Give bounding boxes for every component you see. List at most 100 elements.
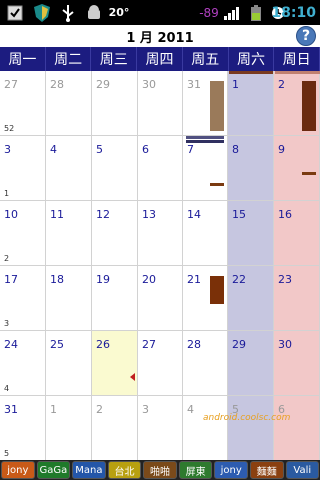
- day-cell[interactable]: 8: [228, 136, 274, 200]
- day-cell[interactable]: 25: [46, 331, 92, 395]
- calendar-toggle[interactable]: jony: [1, 461, 35, 479]
- day-number: 25: [50, 338, 64, 351]
- event-bar[interactable]: [186, 136, 224, 139]
- day-cell[interactable]: 6: [274, 396, 320, 460]
- week-number: 52: [4, 124, 15, 133]
- calendar-toggle[interactable]: 啪啪: [143, 461, 177, 479]
- calendar-toggle[interactable]: Vali: [285, 461, 320, 479]
- event-bar[interactable]: [275, 71, 320, 74]
- day-cell[interactable]: 14: [183, 201, 228, 265]
- day-cell[interactable]: 10 2: [0, 201, 46, 265]
- day-cell[interactable]: 13: [138, 201, 183, 265]
- day-cell[interactable]: 17 3: [0, 266, 46, 330]
- day-number: 27: [142, 338, 156, 351]
- calendar-toggle[interactable]: 台北: [107, 461, 142, 479]
- day-number: 12: [96, 208, 110, 221]
- week-row: 17 3 18 19 20 21 22 23: [0, 266, 320, 331]
- weekday-0: 周一: [0, 47, 46, 71]
- day-number: 7: [187, 143, 194, 156]
- day-cell[interactable]: 4: [183, 396, 228, 460]
- day-cell[interactable]: 9: [274, 136, 320, 200]
- calendar-toggle[interactable]: jony: [214, 461, 248, 479]
- day-cell[interactable]: 1: [228, 71, 274, 135]
- day-number: 20: [142, 273, 156, 286]
- day-number: 29: [96, 78, 110, 91]
- day-cell[interactable]: 31: [0, 136, 46, 200]
- day-cell[interactable]: 30: [274, 331, 320, 395]
- day-number: 10: [4, 208, 18, 221]
- day-number: 23: [278, 273, 292, 286]
- event-bar[interactable]: [302, 172, 316, 175]
- day-cell[interactable]: 5: [228, 396, 274, 460]
- help-button[interactable]: ?: [296, 26, 316, 46]
- day-cell[interactable]: 31 5: [0, 396, 46, 460]
- day-number: 2: [96, 403, 103, 416]
- day-number: 4: [50, 143, 57, 156]
- day-cell[interactable]: 23: [274, 266, 320, 330]
- day-cell[interactable]: 18: [46, 266, 92, 330]
- temperature: 20°: [108, 6, 130, 19]
- day-cell[interactable]: 16: [274, 201, 320, 265]
- day-cell[interactable]: 11: [46, 201, 92, 265]
- day-number: 13: [142, 208, 156, 221]
- day-number: 14: [187, 208, 201, 221]
- weekday-6: 周日: [274, 47, 320, 71]
- day-cell[interactable]: 2: [92, 396, 138, 460]
- day-cell[interactable]: 3: [138, 396, 183, 460]
- day-cell[interactable]: 29: [228, 331, 274, 395]
- event-bar[interactable]: [229, 71, 273, 74]
- week-row: 31456789: [0, 136, 320, 201]
- day-cell[interactable]: 5: [92, 136, 138, 200]
- week-row: 27 52 28 29 30 31 1 2: [0, 71, 320, 136]
- day-cell[interactable]: 27: [138, 331, 183, 395]
- day-number: 4: [187, 403, 194, 416]
- android-icon: [84, 0, 104, 25]
- day-cell[interactable]: 19: [92, 266, 138, 330]
- day-cell[interactable]: 29: [92, 71, 138, 135]
- week-number: 1: [4, 189, 10, 198]
- day-number: 22: [232, 273, 246, 286]
- weekday-1: 周二: [46, 47, 92, 71]
- calendar-toggle[interactable]: Mana: [72, 461, 106, 479]
- day-number: 21: [187, 273, 201, 286]
- day-cell[interactable]: 26: [92, 331, 138, 395]
- calendar-toggle[interactable]: 麵麵: [249, 461, 284, 479]
- day-cell[interactable]: 1: [46, 396, 92, 460]
- day-number: 8: [232, 143, 239, 156]
- day-cell[interactable]: 7: [183, 136, 228, 200]
- day-cell[interactable]: 15: [228, 201, 274, 265]
- day-cell[interactable]: 24 4: [0, 331, 46, 395]
- event-bar[interactable]: [210, 183, 224, 186]
- day-number: 24: [4, 338, 18, 351]
- day-number: 9: [278, 143, 285, 156]
- day-number: 3: [4, 143, 11, 156]
- day-number: 11: [50, 208, 64, 221]
- day-cell[interactable]: 22: [228, 266, 274, 330]
- day-cell[interactable]: 4: [46, 136, 92, 200]
- day-number: 16: [278, 208, 292, 221]
- week-number: 3: [4, 319, 10, 328]
- day-cell[interactable]: 28: [46, 71, 92, 135]
- day-number: 19: [96, 273, 110, 286]
- day-cell[interactable]: 6: [138, 136, 183, 200]
- day-number: 1: [50, 403, 57, 416]
- month-title[interactable]: 1 月 2011: [126, 27, 193, 46]
- day-cell[interactable]: 28: [183, 331, 228, 395]
- day-number: 2: [278, 78, 285, 91]
- day-cell[interactable]: 20: [138, 266, 183, 330]
- day-cell[interactable]: 30: [138, 71, 183, 135]
- calendar-toggle[interactable]: 屏東: [178, 461, 213, 479]
- weekday-header: 周一 周二 周三 周四 周五 周六 周日: [0, 47, 320, 71]
- day-cell[interactable]: 27 52: [0, 71, 46, 135]
- event-bar[interactable]: [210, 81, 224, 131]
- day-number: 26: [96, 338, 110, 351]
- day-cell[interactable]: 12: [92, 201, 138, 265]
- event-bar[interactable]: [186, 140, 224, 143]
- calendar-toggle[interactable]: GaGa: [36, 461, 71, 479]
- day-number: 3: [142, 403, 149, 416]
- event-bar[interactable]: [302, 81, 316, 131]
- event-bar[interactable]: [210, 276, 224, 304]
- checkbox-icon: [4, 0, 26, 25]
- week-row: 31 5 1 2 3 4 5 6: [0, 396, 320, 461]
- week-row: 24 4 25 26 27 28 29 30: [0, 331, 320, 396]
